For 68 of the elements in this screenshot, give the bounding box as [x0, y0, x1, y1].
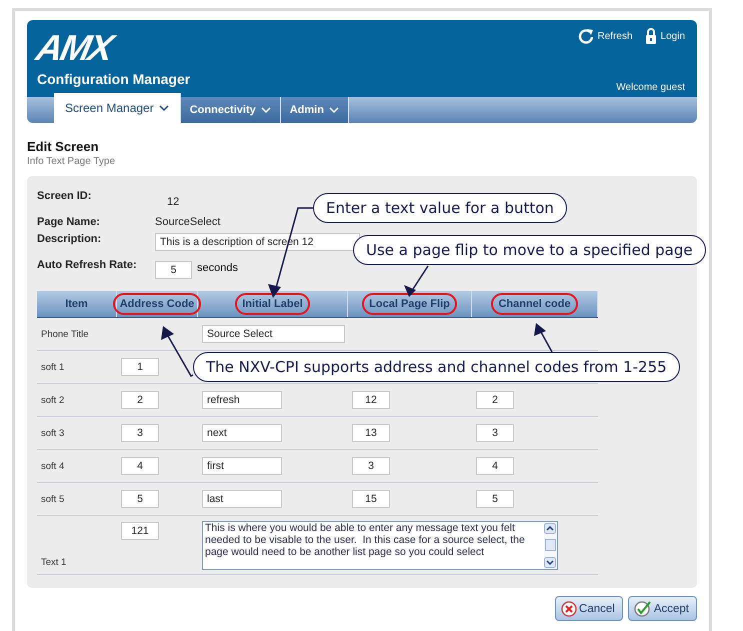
field-label: Auto Refresh Rate:	[37, 259, 138, 271]
field-label: Description:	[37, 233, 102, 245]
item-name: soft 2	[41, 394, 64, 406]
column-header: Initial Label	[235, 293, 310, 315]
app-title: Configuration Manager	[37, 71, 190, 87]
item-name: soft 3	[41, 428, 64, 438]
label-field[interactable]: first	[202, 457, 282, 475]
logo: AMX	[33, 30, 115, 66]
field-label: Page Name:	[37, 216, 101, 228]
welcome-text: Welcome guest	[616, 82, 685, 93]
item-name: Phone Title	[41, 328, 89, 340]
nav-tab[interactable]: Screen Manager	[54, 93, 181, 123]
scroll-down-icon[interactable]	[544, 556, 556, 568]
field-value: SourceSelect	[155, 216, 220, 228]
label-field[interactable]: refresh	[202, 391, 282, 409]
accept-button[interactable]: Accept	[628, 596, 697, 621]
item-name: Text 1	[41, 557, 66, 568]
leader-line	[161, 326, 194, 377]
message-field[interactable]: This is where you would be able to enter any message text you felt needed to be visable to the user. In this case for a source select, the page would need to be another list page so you could select	[202, 520, 558, 570]
unit-label: seconds	[197, 262, 238, 274]
lock-icon	[644, 28, 657, 44]
callout: Use a page flip to move to a specified page	[353, 235, 706, 265]
column-header: Address Code	[112, 293, 202, 315]
channel-code-field[interactable]: 4	[476, 457, 514, 475]
label-field[interactable]: last	[202, 490, 282, 508]
label-field[interactable]: next	[202, 424, 282, 442]
address-code-field[interactable]: 2	[121, 391, 159, 409]
callout: The NXV-CPI supports address and channel codes from 1-255	[193, 352, 680, 382]
chevron-down-icon	[328, 106, 339, 114]
close-icon	[561, 600, 578, 616]
callout: Enter a text value for a button	[313, 193, 567, 223]
channel-code-field[interactable]: 5	[476, 490, 514, 508]
field-value: 12	[167, 196, 180, 208]
address-code-field[interactable]: 3	[121, 424, 159, 442]
item-name: soft 4	[41, 460, 64, 472]
scrollbar[interactable]	[544, 522, 557, 568]
field-label: Screen ID:	[37, 190, 92, 202]
checkmark-icon	[634, 600, 652, 616]
column-header: Channel code	[491, 293, 578, 315]
page-subtitle: Info Text Page Type	[27, 156, 116, 167]
address-code-field[interactable]: 4	[121, 457, 159, 475]
nav-tab[interactable]: Admin	[280, 97, 349, 123]
refresh-button[interactable]: Refresh	[578, 28, 633, 44]
page-title: Edit Screen	[27, 139, 100, 154]
chevron-down-icon	[260, 106, 271, 114]
item-name: soft 5	[41, 494, 64, 504]
channel-code-field[interactable]: 2	[476, 391, 514, 409]
column-header: Local Page Flip	[362, 293, 457, 315]
leader-line	[404, 266, 429, 297]
chevron-down-icon	[158, 104, 169, 112]
scroll-up-icon[interactable]	[544, 522, 556, 534]
column-header: Item	[64, 297, 89, 312]
cancel-button[interactable]: Cancel	[555, 596, 623, 621]
label-field[interactable]: Source Select	[202, 325, 345, 343]
item-name: soft 1	[41, 362, 64, 372]
refresh-rate-field[interactable]: 5	[155, 261, 192, 279]
page-flip-field[interactable]: 15	[352, 490, 390, 508]
login-button[interactable]: Login	[644, 28, 685, 44]
page-flip-field[interactable]: 13	[352, 424, 390, 442]
page-flip-field[interactable]: 3	[352, 457, 390, 475]
leader-line	[534, 323, 553, 352]
refresh-icon	[578, 28, 594, 44]
channel-code-field[interactable]: 3	[476, 424, 514, 442]
address-code-field[interactable]: 1	[121, 358, 159, 376]
nav-tab[interactable]: Connectivity	[180, 97, 281, 123]
address-code-field[interactable]: 5	[121, 490, 159, 508]
page-flip-field[interactable]: 12	[352, 391, 390, 409]
address-code-field[interactable]: 121	[121, 522, 159, 540]
